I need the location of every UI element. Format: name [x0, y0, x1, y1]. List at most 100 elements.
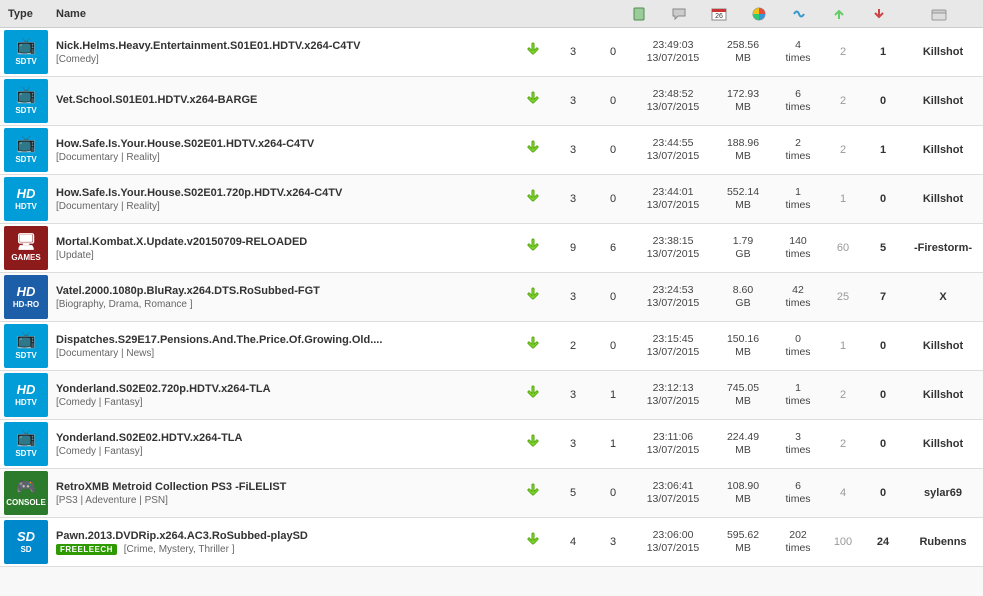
torrent-title-link[interactable]: RetroXMB Metroid Collection PS3 -FiLELIS…	[56, 481, 286, 493]
cell-snatched: 42times	[773, 284, 823, 310]
cell-files: 3	[593, 536, 633, 548]
category-badge[interactable]: 🎮 CONSOLE	[4, 471, 48, 515]
name-cell: Mortal.Kombat.X.Update.v20150709-RELOADE…	[52, 232, 513, 265]
cell-files: 1	[593, 438, 633, 450]
cell-size: 108.90MB	[713, 480, 773, 506]
cell-datetime: 23:06:0013/07/2015	[633, 529, 713, 555]
category-badge[interactable]: 📺 SDTV	[4, 128, 48, 172]
header-name[interactable]: Name	[56, 8, 619, 20]
table-row: 📺 SDTV Yonderland.S02E02.HDTV.x264-TLA […	[0, 420, 983, 469]
cell-size: 150.16MB	[713, 333, 773, 359]
category-badge[interactable]: SD SD	[4, 520, 48, 564]
header-bookmark-icon[interactable]	[619, 6, 659, 22]
cell-datetime: 23:12:1313/07/2015	[633, 382, 713, 408]
cell-datetime: 23:24:5313/07/2015	[633, 284, 713, 310]
torrent-title-link[interactable]: Vatel.2000.1080p.BluRay.x264.DTS.RoSubbe…	[56, 285, 320, 297]
cell-uploader[interactable]: Killshot	[903, 340, 983, 352]
cell-size: 552.14MB	[713, 186, 773, 212]
download-icon[interactable]	[513, 532, 553, 553]
category-badge[interactable]: HD HDTV	[4, 373, 48, 417]
cell-uploader[interactable]: Killshot	[903, 438, 983, 450]
torrent-title-link[interactable]: Vet.School.S01E01.HDTV.x264-BARGE	[56, 94, 257, 106]
cell-comments: 3	[553, 46, 593, 58]
download-icon[interactable]	[513, 140, 553, 161]
cell-comments: 3	[553, 389, 593, 401]
torrent-title-link[interactable]: How.Safe.Is.Your.House.S02E01.HDTV.x264-…	[56, 138, 314, 150]
cell-uploader[interactable]: Killshot	[903, 95, 983, 107]
table-row: 📺 SDTV Nick.Helms.Heavy.Entertainment.S0…	[0, 28, 983, 77]
cell-size: 745.05MB	[713, 382, 773, 408]
cell-leechers: 0	[863, 340, 903, 352]
torrent-title-link[interactable]: Mortal.Kombat.X.Update.v20150709-RELOADE…	[56, 236, 307, 248]
category-badge[interactable]: 📺 SDTV	[4, 30, 48, 74]
category-badge[interactable]: 🖥 GAMES	[4, 226, 48, 270]
header-type[interactable]: Type	[4, 8, 56, 20]
cell-uploader[interactable]: sylar69	[903, 487, 983, 499]
table-row: HD HDTV How.Safe.Is.Your.House.S02E01.72…	[0, 175, 983, 224]
header-uploader-icon[interactable]	[899, 6, 979, 21]
cell-files: 0	[593, 193, 633, 205]
table-row: 🖥 GAMES Mortal.Kombat.X.Update.v20150709…	[0, 224, 983, 273]
category-label: CONSOLE	[6, 498, 46, 507]
cell-seeders: 2	[823, 438, 863, 450]
table-row: SD SD Pawn.2013.DVDRip.x264.AC3.RoSubbed…	[0, 518, 983, 567]
cell-datetime: 23:48:5213/07/2015	[633, 88, 713, 114]
cell-files: 0	[593, 46, 633, 58]
cell-snatched: 6times	[773, 88, 823, 114]
torrent-tags: [Biography, Drama, Romance ]	[56, 299, 509, 310]
download-icon[interactable]	[513, 91, 553, 112]
cell-uploader[interactable]: Killshot	[903, 46, 983, 58]
header-calendar-icon[interactable]: 26	[699, 5, 739, 22]
cell-comments: 3	[553, 144, 593, 156]
cell-leechers: 0	[863, 193, 903, 205]
cell-seeders: 2	[823, 46, 863, 58]
cell-uploader[interactable]: Killshot	[903, 389, 983, 401]
cell-snatched: 140times	[773, 235, 823, 261]
cell-leechers: 0	[863, 95, 903, 107]
download-icon[interactable]	[513, 385, 553, 406]
category-badge[interactable]: HD HD-RO	[4, 275, 48, 319]
cell-files: 0	[593, 95, 633, 107]
category-badge[interactable]: 📺 SDTV	[4, 79, 48, 123]
cell-seeders: 2	[823, 389, 863, 401]
cell-uploader[interactable]: Killshot	[903, 144, 983, 156]
header-seeders-icon[interactable]	[819, 6, 859, 22]
cell-datetime: 23:06:4113/07/2015	[633, 480, 713, 506]
cell-comments: 4	[553, 536, 593, 548]
torrent-title-link[interactable]: Pawn.2013.DVDRip.x264.AC3.RoSubbed-playS…	[56, 530, 308, 542]
cell-size: 224.49MB	[713, 431, 773, 457]
download-icon[interactable]	[513, 483, 553, 504]
cell-files: 0	[593, 144, 633, 156]
download-icon[interactable]	[513, 336, 553, 357]
torrent-title-link[interactable]: How.Safe.Is.Your.House.S02E01.720p.HDTV.…	[56, 187, 342, 199]
cell-uploader[interactable]: -Firestorm-	[903, 242, 983, 254]
torrent-title-link[interactable]: Yonderland.S02E02.HDTV.x264-TLA	[56, 432, 242, 444]
cell-uploader[interactable]: X	[903, 291, 983, 303]
download-icon[interactable]	[513, 189, 553, 210]
download-icon[interactable]	[513, 434, 553, 455]
torrent-title-link[interactable]: Dispatches.S29E17.Pensions.And.The.Price…	[56, 334, 382, 346]
cell-snatched: 0times	[773, 333, 823, 359]
name-cell: How.Safe.Is.Your.House.S02E01.720p.HDTV.…	[52, 183, 513, 216]
table-row: 📺 SDTV How.Safe.Is.Your.House.S02E01.HDT…	[0, 126, 983, 175]
category-badge[interactable]: 📺 SDTV	[4, 324, 48, 368]
download-icon[interactable]	[513, 42, 553, 63]
cell-uploader[interactable]: Rubenns	[903, 536, 983, 548]
cell-files: 6	[593, 242, 633, 254]
header-size-icon[interactable]	[739, 6, 779, 22]
cell-leechers: 0	[863, 487, 903, 499]
download-icon[interactable]	[513, 287, 553, 308]
download-icon[interactable]	[513, 238, 553, 259]
cell-files: 0	[593, 291, 633, 303]
category-badge[interactable]: HD HDTV	[4, 177, 48, 221]
header-snatched-icon[interactable]	[779, 6, 819, 22]
category-badge[interactable]: 📺 SDTV	[4, 422, 48, 466]
cell-seeders: 100	[823, 536, 863, 548]
cell-uploader[interactable]: Killshot	[903, 193, 983, 205]
torrent-title-link[interactable]: Nick.Helms.Heavy.Entertainment.S01E01.HD…	[56, 40, 360, 52]
header-comments-icon[interactable]	[659, 6, 699, 22]
torrent-tags: FREELEECH [Crime, Mystery, Thriller ]	[56, 544, 509, 555]
cell-seeders: 4	[823, 487, 863, 499]
torrent-title-link[interactable]: Yonderland.S02E02.720p.HDTV.x264-TLA	[56, 383, 271, 395]
header-leechers-icon[interactable]	[859, 6, 899, 22]
